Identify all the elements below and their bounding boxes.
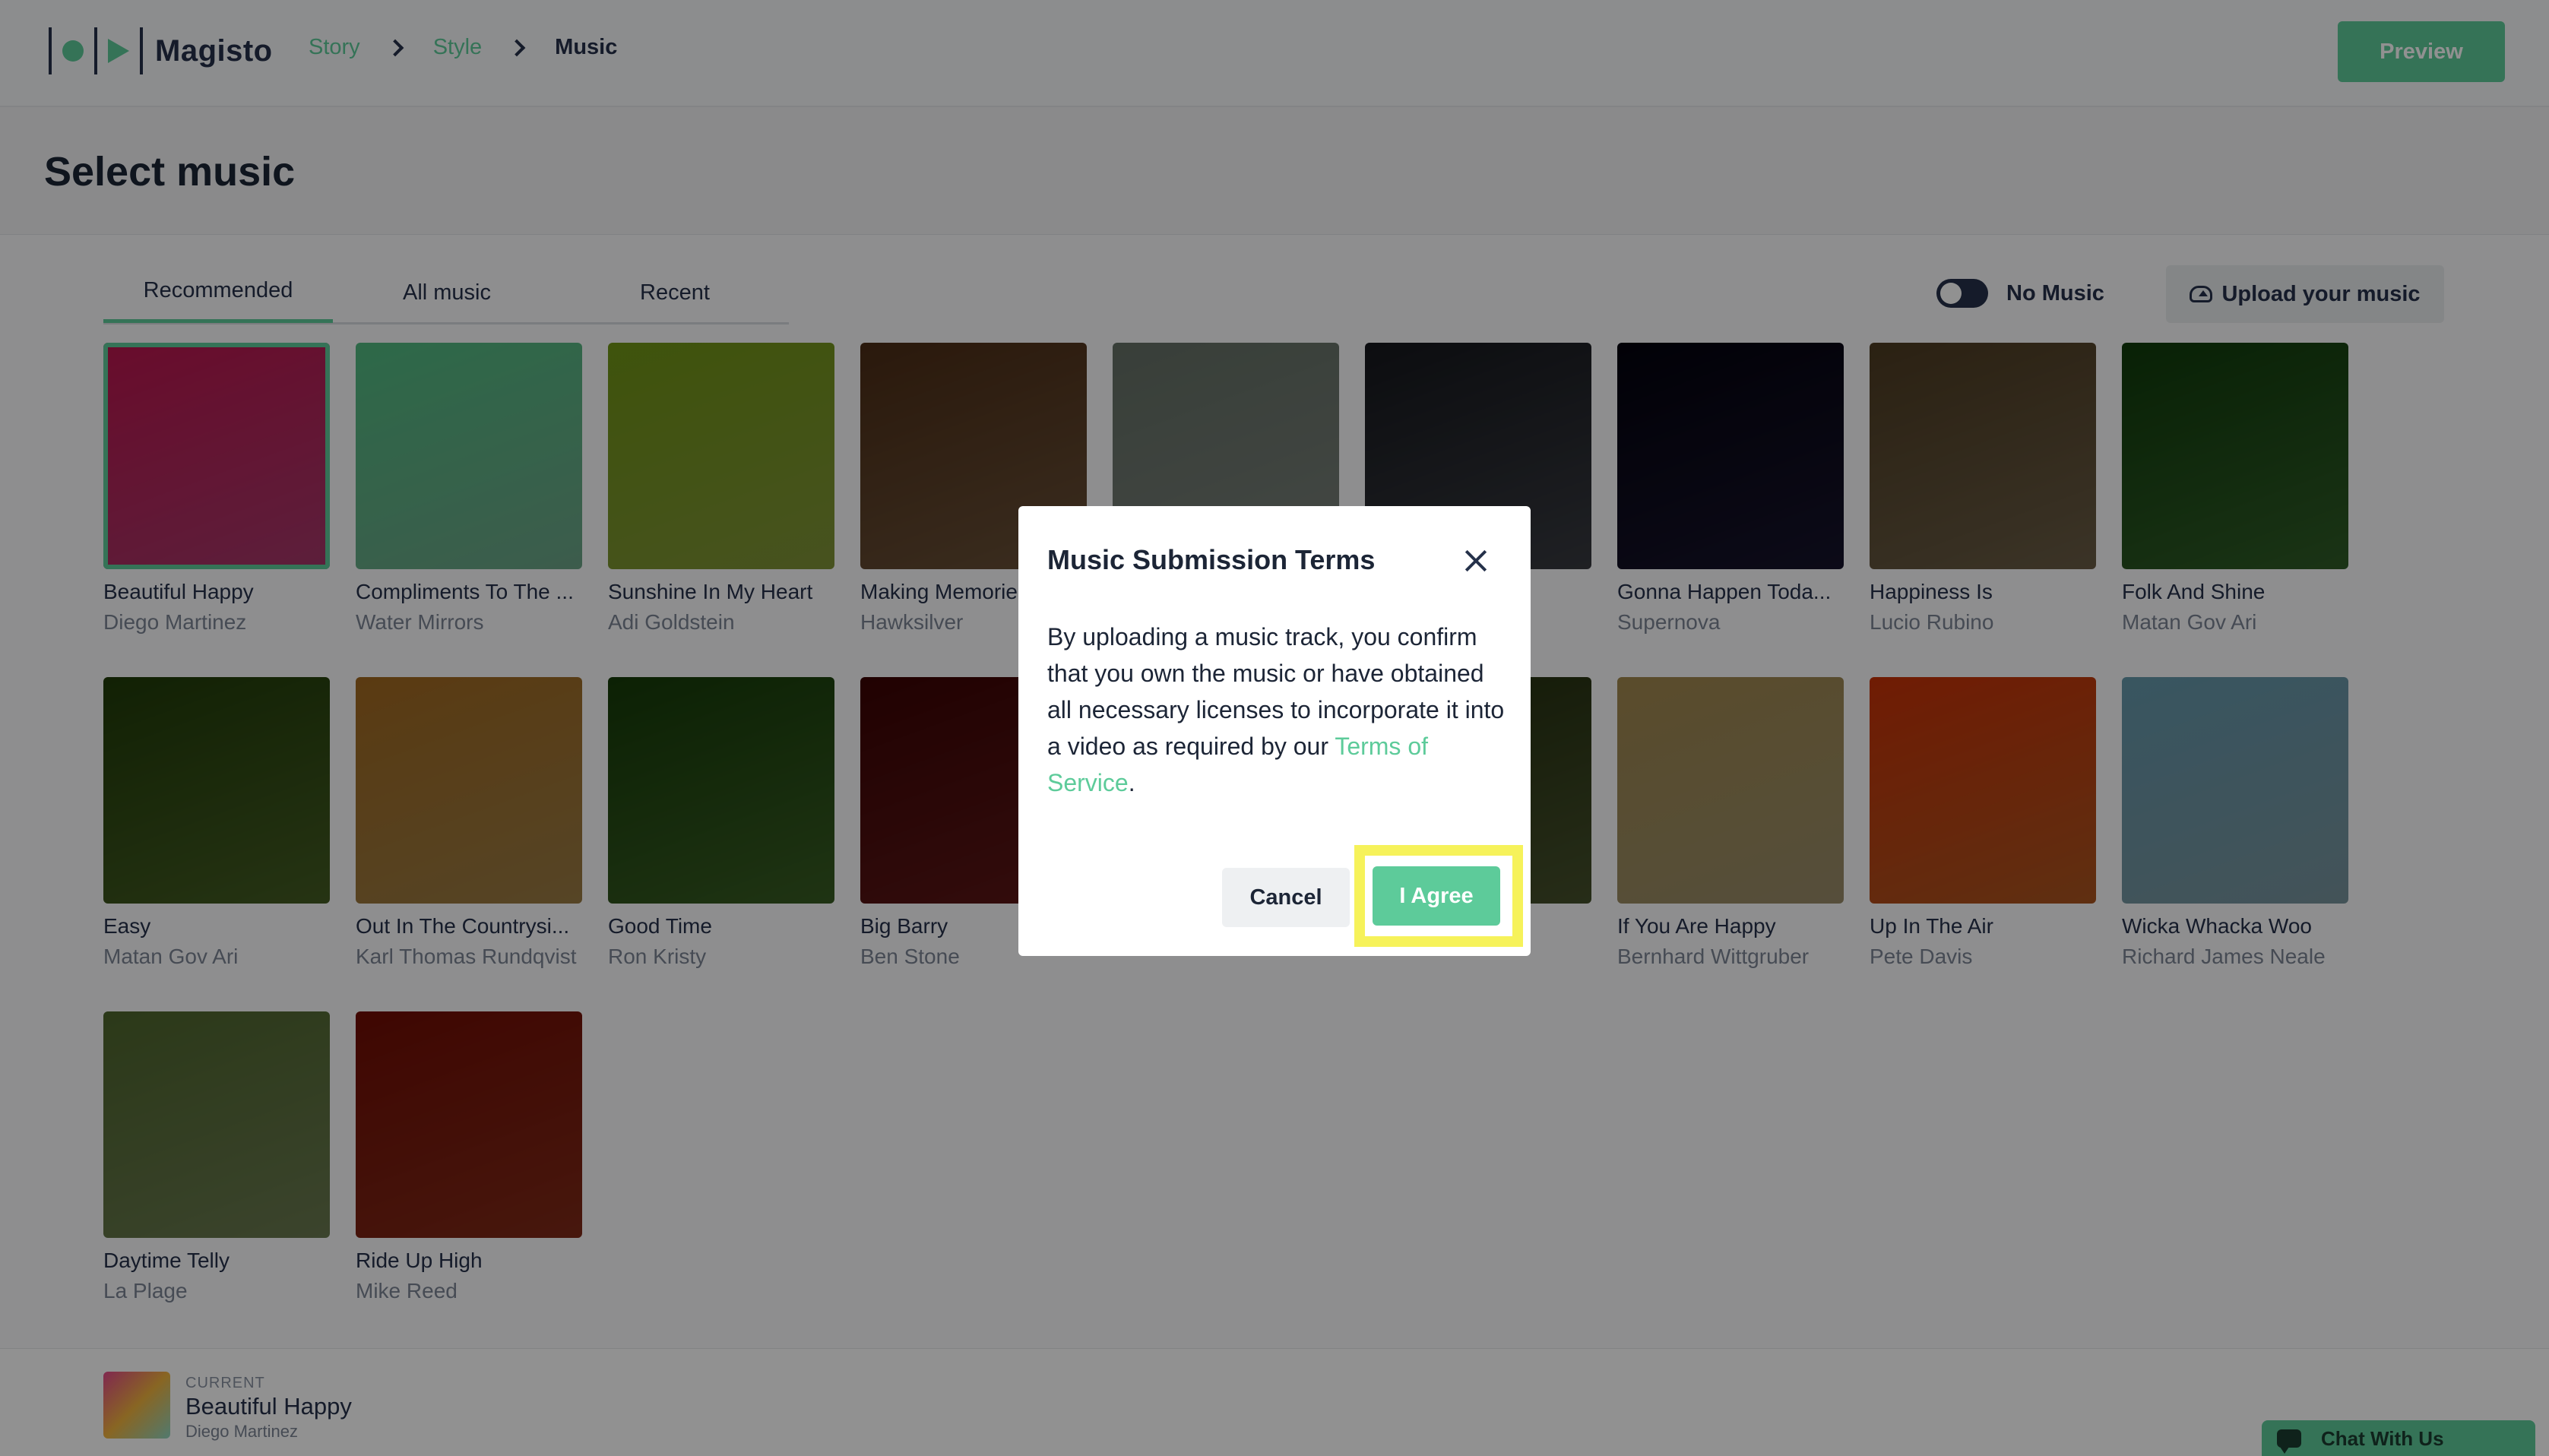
dialog-title: Music Submission Terms (1047, 544, 1376, 575)
close-icon[interactable] (1462, 547, 1490, 574)
music-terms-dialog: Music Submission Terms By uploading a mu… (1018, 506, 1531, 956)
dialog-body-text: By uploading a music track, you confirm … (1047, 623, 1505, 760)
dialog-body: By uploading a music track, you confirm … (1047, 619, 1506, 801)
i-agree-button[interactable]: I Agree (1373, 866, 1500, 926)
dialog-body-period: . (1128, 769, 1135, 796)
cancel-button[interactable]: Cancel (1222, 868, 1350, 927)
modal-backdrop[interactable]: Music Submission Terms By uploading a mu… (0, 0, 2549, 1456)
agree-highlight: I Agree (1354, 845, 1523, 947)
